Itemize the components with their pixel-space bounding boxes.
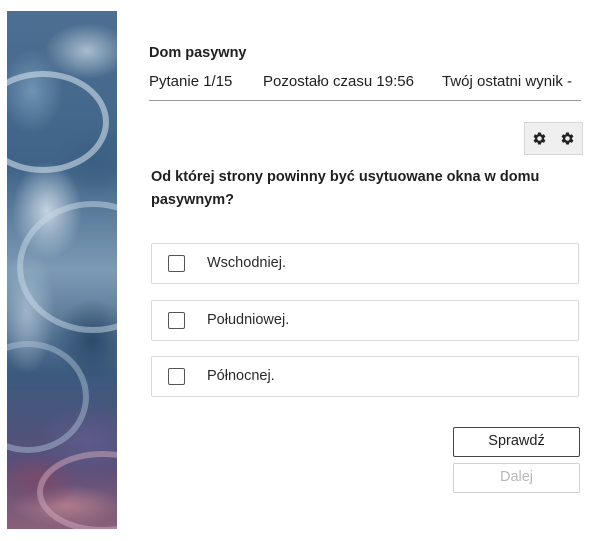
next-button[interactable]: Dalej — [453, 463, 580, 493]
answer-label: Wschodniej. — [207, 255, 286, 271]
answer-option[interactable]: Wschodniej. — [151, 243, 579, 284]
answer-checkbox[interactable] — [168, 368, 185, 385]
last-score: Twój ostatni wynik - — [442, 73, 573, 90]
status-bar: Pytanie 1/15 Pozostało czasu 19:56 Twój … — [149, 73, 581, 101]
settings-toolbar — [524, 122, 583, 155]
gear-icon[interactable] — [560, 131, 576, 147]
answer-checkbox[interactable] — [168, 255, 185, 272]
time-remaining: Pozostało czasu 19:56 — [263, 73, 414, 90]
gear-icon[interactable] — [531, 131, 547, 147]
question-counter: Pytanie 1/15 — [149, 73, 233, 90]
answer-label: Południowej. — [207, 312, 290, 328]
check-button[interactable]: Sprawdź — [453, 427, 580, 457]
quiz-title: Dom pasywny — [149, 45, 247, 61]
question-text: Od której strony powinny być usytuowane … — [151, 169, 540, 208]
answer-option[interactable]: Południowej. — [151, 300, 579, 341]
quiz-page: Dom pasywny Pytanie 1/15 Pozostało czasu… — [0, 0, 607, 541]
decorative-side-image — [7, 11, 117, 529]
answer-label: Północnej. — [207, 368, 275, 384]
answer-option[interactable]: Północnej. — [151, 356, 579, 397]
answer-checkbox[interactable] — [168, 312, 185, 329]
